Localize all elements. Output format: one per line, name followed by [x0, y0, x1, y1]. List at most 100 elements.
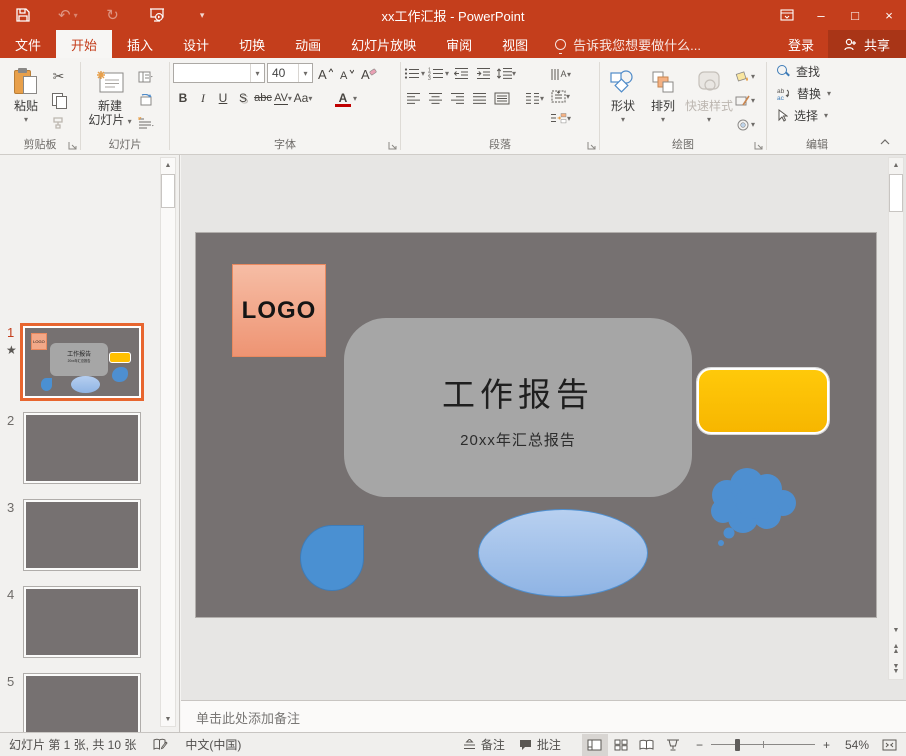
bold-button[interactable]: B [173, 88, 193, 108]
maximize-button[interactable]: □ [838, 0, 872, 30]
distribute-button[interactable] [492, 89, 511, 108]
tab-insert[interactable]: 插入 [112, 30, 168, 58]
scrollbar-thumb[interactable] [889, 174, 903, 212]
select-button[interactable]: 选择 ▾ [777, 107, 864, 124]
paragraph-dialog-launcher[interactable] [587, 141, 597, 151]
teardrop-shape[interactable] [300, 525, 364, 591]
align-center-button[interactable] [426, 89, 445, 108]
character-spacing-button[interactable]: AV▾ [273, 88, 293, 108]
convert-smartart-button[interactable]: ▾ [550, 109, 571, 128]
normal-view-button[interactable] [582, 734, 608, 756]
zoom-slider-knob[interactable] [735, 739, 740, 751]
copy-button[interactable] [49, 90, 68, 109]
text-direction-button[interactable]: A▾ [550, 65, 571, 84]
align-text-button[interactable]: ▾ [550, 87, 571, 106]
italic-button[interactable]: I [193, 88, 213, 108]
font-dialog-launcher[interactable] [388, 141, 398, 151]
text-shadow-button[interactable]: S [233, 88, 253, 108]
zoom-out-button[interactable]: − [686, 733, 707, 756]
shape-outline-button[interactable]: ▾ [735, 91, 755, 110]
justify-button[interactable] [470, 89, 489, 108]
tab-view[interactable]: 视图 [487, 30, 543, 58]
slide-counter[interactable]: 幻灯片 第 1 张, 共 10 张 [0, 733, 143, 756]
increase-font-size-button[interactable]: A [315, 63, 335, 83]
zoom-slider[interactable] [711, 738, 815, 752]
tab-file[interactable]: 文件 [0, 30, 56, 58]
change-case-button[interactable]: Aa▾ [293, 88, 313, 108]
share-button[interactable]: 共享 [828, 30, 906, 58]
logo-shape[interactable]: LOGO [232, 264, 326, 357]
numbering-button[interactable]: 123▾ [428, 64, 449, 83]
customize-qat-button[interactable]: ▾ [192, 4, 210, 26]
clipboard-dialog-launcher[interactable] [68, 141, 78, 151]
shape-effects-button[interactable]: ▾ [735, 115, 755, 134]
tab-transitions[interactable]: 切换 [224, 30, 280, 58]
tell-me-box[interactable]: 告诉我您想要做什么... [543, 30, 713, 58]
notes-toggle-button[interactable]: 备注 [456, 733, 512, 756]
format-painter-button[interactable] [49, 113, 68, 132]
title-rounded-rectangle[interactable]: 工作报告 20xx年汇总报告 [344, 318, 692, 497]
cut-button[interactable]: ✂ [49, 67, 68, 86]
spell-check-button[interactable] [143, 733, 178, 756]
language-indicator[interactable]: 中文(中国) [178, 733, 248, 756]
zoom-in-button[interactable]: + [819, 733, 838, 756]
slide-1[interactable]: LOGO 工作报告 20xx年汇总报告 [196, 233, 876, 617]
font-color-button[interactable]: A [333, 88, 353, 108]
previous-slide-button[interactable]: ▲▲ [889, 641, 903, 657]
ribbon-display-options-button[interactable] [770, 0, 804, 30]
minimize-button[interactable]: – [804, 0, 838, 30]
slide-sorter-view-button[interactable] [608, 734, 634, 756]
slide-thumbnail-4[interactable] [24, 587, 140, 657]
align-left-button[interactable] [404, 89, 423, 108]
shapes-button[interactable]: 形状 ▾ [603, 63, 643, 137]
scrollbar-thumb[interactable] [161, 174, 175, 208]
main-vertical-scrollbar[interactable]: ▲ ▼ ▲▲ ▼▼ [888, 157, 904, 680]
scroll-up-button[interactable]: ▲ [889, 158, 903, 172]
scroll-down-button[interactable]: ▼ [889, 623, 903, 637]
undo-button[interactable]: ↶▾ [58, 4, 78, 26]
save-button[interactable] [14, 4, 32, 26]
increase-indent-button[interactable] [474, 64, 493, 83]
clear-formatting-button[interactable]: A [359, 63, 379, 83]
slide-thumbnail-3[interactable] [24, 500, 140, 570]
section-button[interactable] [136, 113, 155, 132]
replace-button[interactable]: abac 替换 ▾ [777, 85, 864, 102]
notes-pane[interactable]: 单击此处添加备注 [181, 700, 906, 732]
slide-thumbnail-1[interactable]: LOGO 工作报告 20xx年汇总报告 [20, 323, 144, 401]
yellow-rounded-rectangle[interactable] [697, 368, 829, 434]
font-size-combobox[interactable]: 40 ▾ [267, 63, 313, 83]
font-name-combobox[interactable]: ▾ [173, 63, 265, 83]
arrange-button[interactable]: 排列 ▾ [643, 63, 683, 137]
decrease-font-size-button[interactable]: A [337, 63, 357, 83]
close-button[interactable]: × [872, 0, 906, 30]
scroll-up-button[interactable]: ▲ [161, 158, 175, 172]
slide-thumbnail-2[interactable] [24, 413, 140, 483]
fit-to-window-button[interactable] [876, 734, 902, 756]
comments-toggle-button[interactable]: 批注 [512, 733, 568, 756]
columns-button[interactable]: ▾ [525, 89, 544, 108]
tab-home[interactable]: 开始 [56, 30, 112, 58]
slideshow-view-button[interactable] [660, 734, 686, 756]
reading-view-button[interactable] [634, 734, 660, 756]
slide-layout-button[interactable] [136, 67, 155, 86]
tab-review[interactable]: 审阅 [431, 30, 487, 58]
paste-button[interactable]: 粘贴 ▾ [3, 63, 49, 137]
strikethrough-button[interactable]: abc [253, 88, 273, 108]
new-slide-button[interactable]: 新建 幻灯片 ▾ [84, 63, 136, 137]
collapse-ribbon-button[interactable] [876, 135, 894, 149]
find-button[interactable]: 查找 [777, 63, 864, 80]
next-slide-button[interactable]: ▼▼ [889, 661, 903, 677]
decrease-indent-button[interactable] [452, 64, 471, 83]
chevron-down-icon[interactable]: ▾ [353, 94, 357, 103]
redo-button[interactable]: ↻ [104, 4, 122, 26]
line-spacing-button[interactable]: ▾ [496, 64, 516, 83]
thumbnail-scrollbar[interactable]: ▲ ▼ [160, 157, 176, 727]
bullets-button[interactable]: ▾ [404, 64, 425, 83]
sign-in-button[interactable]: 登录 [774, 30, 828, 58]
ellipse-shape[interactable] [478, 509, 648, 597]
align-right-button[interactable] [448, 89, 467, 108]
tab-animations[interactable]: 动画 [280, 30, 336, 58]
reset-slide-button[interactable] [136, 90, 155, 109]
slide-thumbnail-5[interactable] [24, 674, 140, 732]
zoom-level[interactable]: 54% [838, 733, 876, 756]
